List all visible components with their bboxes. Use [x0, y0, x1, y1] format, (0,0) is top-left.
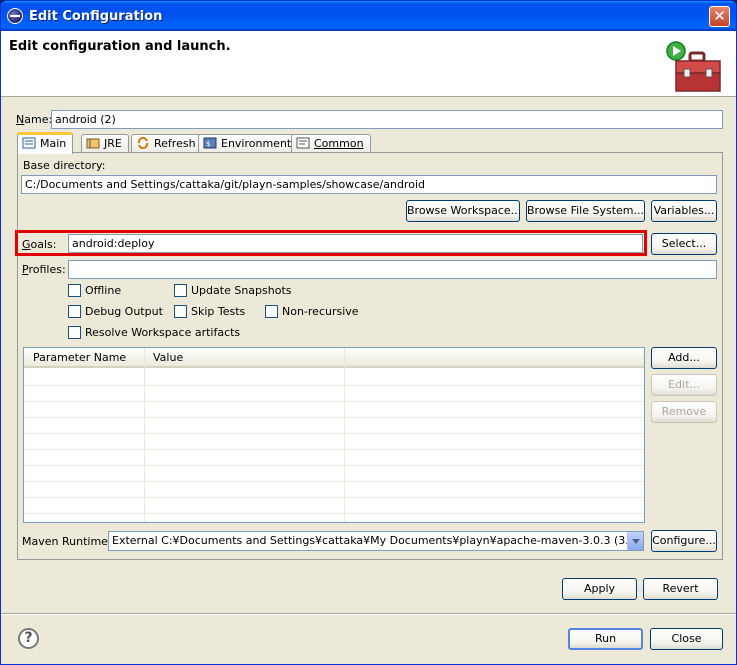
apply-button[interactable]: Apply [562, 578, 637, 600]
window-title: Edit Configuration [29, 9, 163, 24]
skip-tests-label: Skip Tests [191, 305, 246, 318]
non-recursive-checkbox[interactable] [265, 305, 278, 318]
remove-parameter-button[interactable]: Remove [651, 401, 717, 423]
edit-parameter-button[interactable]: Edit... [651, 374, 717, 396]
browse-file-system-button[interactable]: Browse File System... [526, 200, 645, 222]
tab-common[interactable]: Common [291, 134, 371, 153]
svg-text:$: $ [206, 140, 210, 148]
dialog-heading: Edit configuration and launch. [9, 39, 231, 54]
name-label: Name: [16, 113, 53, 126]
skip-tests-checkbox[interactable] [174, 305, 187, 318]
refresh-tab-icon [137, 137, 149, 149]
table-row [24, 449, 644, 450]
title-bar[interactable]: Edit Configuration ✕ [1, 1, 736, 31]
debug-output-checkbox[interactable] [68, 305, 81, 318]
main-tab-icon [22, 137, 36, 149]
offline-checkbox[interactable] [68, 284, 81, 297]
revert-button[interactable]: Revert [643, 578, 718, 600]
dialog-header: Edit configuration and launch. [1, 31, 736, 97]
maven-runtime-label: Maven Runtime: [22, 535, 112, 548]
table-row [24, 433, 644, 434]
update-snapshots-label: Update Snapshots [191, 284, 292, 297]
variables-button[interactable]: Variables... [651, 200, 717, 222]
footer-separator [1, 613, 736, 615]
environment-tab-icon: $ [203, 137, 217, 149]
base-directory-input[interactable]: C:/Documents and Settings/cattaka/git/pl… [21, 175, 717, 194]
tab-jre[interactable]: JRE [81, 134, 129, 153]
column-header-parameter-name[interactable]: Parameter Name [33, 351, 126, 364]
base-directory-label: Base directory: [23, 159, 106, 172]
add-parameter-button[interactable]: Add... [651, 347, 717, 369]
run-button[interactable]: Run [568, 628, 643, 650]
browse-workspace-button[interactable]: Browse Workspace... [406, 200, 521, 222]
common-tab-icon [296, 137, 310, 149]
table-row [24, 385, 644, 386]
name-input[interactable]: android (2) [51, 110, 723, 129]
help-icon[interactable]: ? [18, 628, 39, 649]
profiles-label: Profiles: [22, 263, 66, 276]
tab-environment[interactable]: $ Environment [198, 134, 299, 153]
column-header-value[interactable]: Value [153, 351, 183, 364]
goals-select-button[interactable]: Select... [651, 233, 717, 255]
column-separator [344, 348, 345, 522]
close-window-button[interactable]: ✕ [709, 6, 730, 27]
maven-runtime-value: External C:¥Documents and Settings¥catta… [112, 534, 644, 547]
chevron-down-icon[interactable] [627, 532, 643, 550]
goals-highlight-box [15, 230, 647, 256]
non-recursive-label: Non-recursive [282, 305, 359, 318]
offline-label: Offline [85, 284, 122, 297]
tab-refresh[interactable]: Refresh [131, 134, 203, 153]
toolbox-run-icon [666, 41, 721, 92]
resolve-workspace-checkbox[interactable] [68, 326, 81, 339]
table-row [24, 417, 644, 418]
resolve-workspace-label: Resolve Workspace artifacts [85, 326, 241, 339]
eclipse-icon [7, 8, 23, 24]
table-row [24, 513, 644, 514]
table-row [24, 481, 644, 482]
table-row [24, 497, 644, 498]
maven-runtime-select[interactable]: External C:¥Documents and Settings¥catta… [108, 531, 644, 551]
name-label-rest: ame: [24, 113, 53, 126]
tab-main[interactable]: Main [17, 132, 74, 154]
debug-output-label: Debug Output [85, 305, 163, 318]
jre-tab-icon [86, 138, 100, 149]
table-row [24, 465, 644, 466]
parameters-table[interactable]: Parameter Name Value [23, 347, 645, 523]
update-snapshots-checkbox[interactable] [174, 284, 187, 297]
column-separator [144, 348, 145, 522]
edit-configuration-dialog: Edit Configuration ✕ Edit configuration … [0, 0, 737, 665]
table-header: Parameter Name Value [24, 348, 644, 368]
profiles-input[interactable] [68, 260, 717, 279]
close-button[interactable]: Close [650, 628, 723, 650]
maven-configure-button[interactable]: Configure... [651, 530, 717, 552]
table-row [24, 401, 644, 402]
